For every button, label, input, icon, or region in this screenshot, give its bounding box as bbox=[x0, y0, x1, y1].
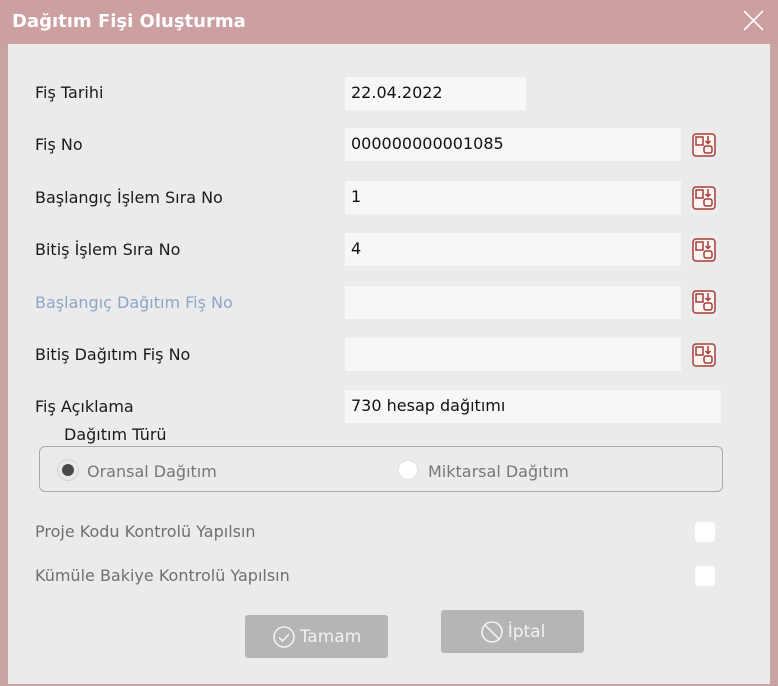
kumule-bakiye-checkbox[interactable] bbox=[695, 566, 715, 586]
fis-tarihi-label: Fiş Tarihi bbox=[35, 83, 104, 102]
proje-kodu-checkbox[interactable] bbox=[695, 522, 715, 542]
bitis-dagitim-field[interactable] bbox=[345, 338, 681, 371]
baslangic-islem-field[interactable]: 1 bbox=[345, 181, 681, 214]
lookup-icon[interactable] bbox=[692, 186, 716, 210]
bitis-islem-label: Bitiş İşlem Sıra No bbox=[35, 240, 181, 259]
lookup-icon[interactable] bbox=[692, 238, 716, 262]
baslangic-islem-label: Başlangıç İşlem Sıra No bbox=[35, 188, 223, 207]
miktarsal-label[interactable]: Miktarsal Dağıtım bbox=[428, 462, 569, 481]
fis-tarihi-field[interactable]: 22.04.2022 bbox=[345, 77, 526, 110]
check-circle-icon bbox=[272, 625, 295, 648]
lookup-icon[interactable] bbox=[692, 133, 716, 157]
lookup-icon[interactable] bbox=[692, 290, 716, 314]
bitis-islem-field[interactable]: 4 bbox=[345, 233, 681, 266]
bitis-dagitim-label: Bitiş Dağıtım Fiş No bbox=[35, 345, 191, 364]
proje-kodu-label: Proje Kodu Kontrolü Yapılsın bbox=[35, 522, 256, 541]
baslangic-dagitim-label: Başlangıç Dağıtım Fiş No bbox=[35, 293, 233, 312]
fis-aciklama-label: Fiş Açıklama bbox=[35, 397, 134, 416]
dialog-window: Dağıtım Fişi Oluşturma Fiş Tarihi 22.04.… bbox=[0, 0, 778, 686]
fis-no-field[interactable]: 000000000001085 bbox=[345, 128, 681, 161]
fis-no-label: Fiş No bbox=[35, 135, 83, 154]
miktarsal-radio[interactable] bbox=[398, 460, 418, 480]
fis-aciklama-field[interactable]: 730 hesap dağıtımı bbox=[345, 390, 721, 423]
tamam-label: Tamam bbox=[299, 626, 362, 647]
oransal-label[interactable]: Oransal Dağıtım bbox=[87, 462, 217, 481]
window-title: Dağıtım Fişi Oluşturma bbox=[12, 11, 246, 32]
iptal-button[interactable]: İptal bbox=[441, 610, 584, 653]
dialog-body: Fiş Tarihi 22.04.2022 Fiş No 00000000000… bbox=[8, 44, 770, 684]
tamam-button[interactable]: Tamam bbox=[245, 615, 388, 658]
iptal-label: İptal bbox=[507, 621, 546, 642]
cancel-circle-icon bbox=[480, 620, 503, 643]
close-icon[interactable] bbox=[738, 6, 768, 36]
baslangic-dagitim-field[interactable] bbox=[345, 286, 681, 319]
kumule-bakiye-label: Kümüle Bakiye Kontrolü Yapılsın bbox=[35, 566, 290, 585]
oransal-radio[interactable] bbox=[58, 460, 78, 480]
lookup-icon[interactable] bbox=[692, 343, 716, 367]
title-bar[interactable]: Dağıtım Fişi Oluşturma bbox=[0, 0, 778, 44]
dagitim-turu-title: Dağıtım Türü bbox=[62, 425, 169, 444]
